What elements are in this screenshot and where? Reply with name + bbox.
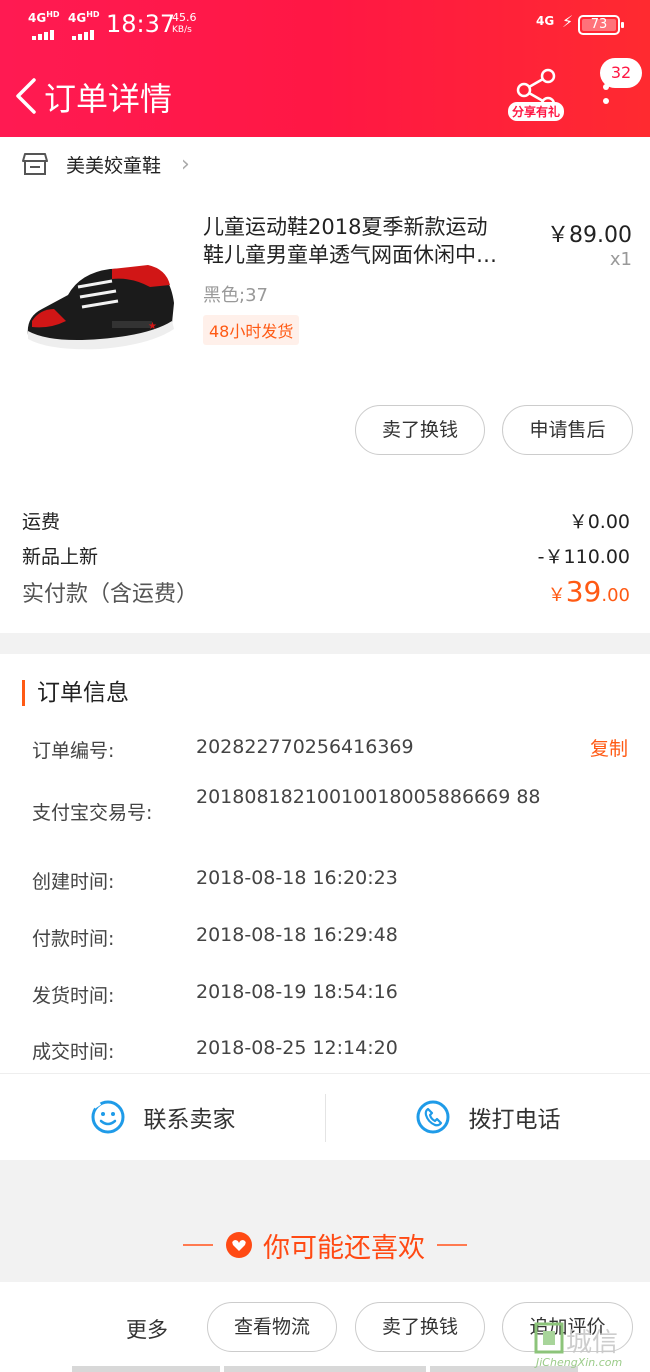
- charging-icon: ⚡: [562, 12, 574, 31]
- order-product-card: 美美姣童鞋 › ★ 儿童运动鞋2018夏季新款运动 鞋儿童男童单透气网面休闲中……: [0, 137, 650, 633]
- recommend-title: 你可能还喜欢: [263, 1232, 425, 1264]
- nav-indicator: [224, 1366, 426, 1372]
- paid-amount: ￥39.00: [547, 575, 630, 608]
- svg-text:★: ★: [148, 321, 157, 332]
- shop-name: 美美姣童鞋: [66, 154, 162, 177]
- product-thumbnail[interactable]: ★: [20, 217, 180, 367]
- paid-total-row: 实付款（含运费） ￥39.00: [22, 575, 630, 608]
- decor-line: [437, 1244, 467, 1246]
- message-count-badge[interactable]: 32: [600, 58, 642, 88]
- resell-bottom-button[interactable]: 卖了换钱: [355, 1302, 485, 1352]
- heart-icon: [226, 1232, 252, 1258]
- product-name[interactable]: 儿童运动鞋2018夏季新款运动 鞋儿童男童单透气网面休闲中…: [203, 213, 533, 269]
- decor-line: [183, 1244, 213, 1246]
- order-info-card: 订单信息 复制 订单编号: 202822770256416369 支付宝交易号: 2…: [0, 654, 650, 1160]
- status-bar: 4GHD 4GHD 18:37 45.6 KB/s 4G ⚡ 73: [0, 0, 650, 50]
- resell-button[interactable]: 卖了换钱: [355, 405, 485, 455]
- status-clock: 18:37: [106, 10, 176, 38]
- share-reward-badge[interactable]: 分享有礼: [508, 102, 565, 121]
- order-info-title: 订单信息: [22, 680, 129, 706]
- chat-face-icon: [91, 1100, 124, 1134]
- watermark-logo-icon: [534, 1322, 564, 1354]
- app-header: 4GHD 4GHD 18:37 45.6 KB/s 4G ⚡ 73 订单详情 分…: [0, 0, 650, 137]
- network-speed: 45.6 KB/s: [172, 11, 197, 36]
- more-actions-button[interactable]: 更多: [126, 1314, 168, 1344]
- product-price: ￥89.00: [547, 223, 632, 248]
- shipping-tag: 48小时发货: [203, 315, 300, 345]
- more-menu-icon[interactable]: [596, 84, 616, 114]
- fee-row-shipping: 运费 ￥0.00: [22, 511, 630, 533]
- shop-link[interactable]: 美美姣童鞋 ›: [22, 149, 190, 179]
- paid-label: 实付款（含运费）: [22, 582, 199, 607]
- back-arrow-icon[interactable]: [12, 78, 42, 114]
- signal-1: 4GHD: [28, 10, 60, 40]
- nav-indicator: [72, 1366, 220, 1372]
- battery-icon: 73: [578, 15, 624, 35]
- page-title: 订单详情: [44, 80, 173, 118]
- store-icon: [22, 153, 48, 175]
- contact-seller-button[interactable]: 联系卖家: [0, 1074, 325, 1160]
- fee-row-discount: 新品上新 -￥110.00: [22, 546, 630, 568]
- copy-order-number-button[interactable]: 复制: [590, 734, 628, 761]
- site-watermark: 城信 JiChengXin.com: [532, 1322, 650, 1372]
- network-type: 4G: [536, 14, 555, 28]
- chevron-right-icon: ›: [181, 151, 190, 177]
- signal-2: 4GHD: [68, 10, 100, 40]
- product-sku: 黑色;37: [203, 285, 268, 306]
- after-sale-button[interactable]: 申请售后: [502, 405, 633, 455]
- product-quantity: x1: [609, 249, 632, 270]
- view-logistics-button[interactable]: 查看物流: [207, 1302, 337, 1352]
- phone-icon: [416, 1100, 449, 1134]
- call-phone-button[interactable]: 拨打电话: [325, 1074, 650, 1160]
- recommend-header: 你可能还喜欢: [0, 1210, 650, 1280]
